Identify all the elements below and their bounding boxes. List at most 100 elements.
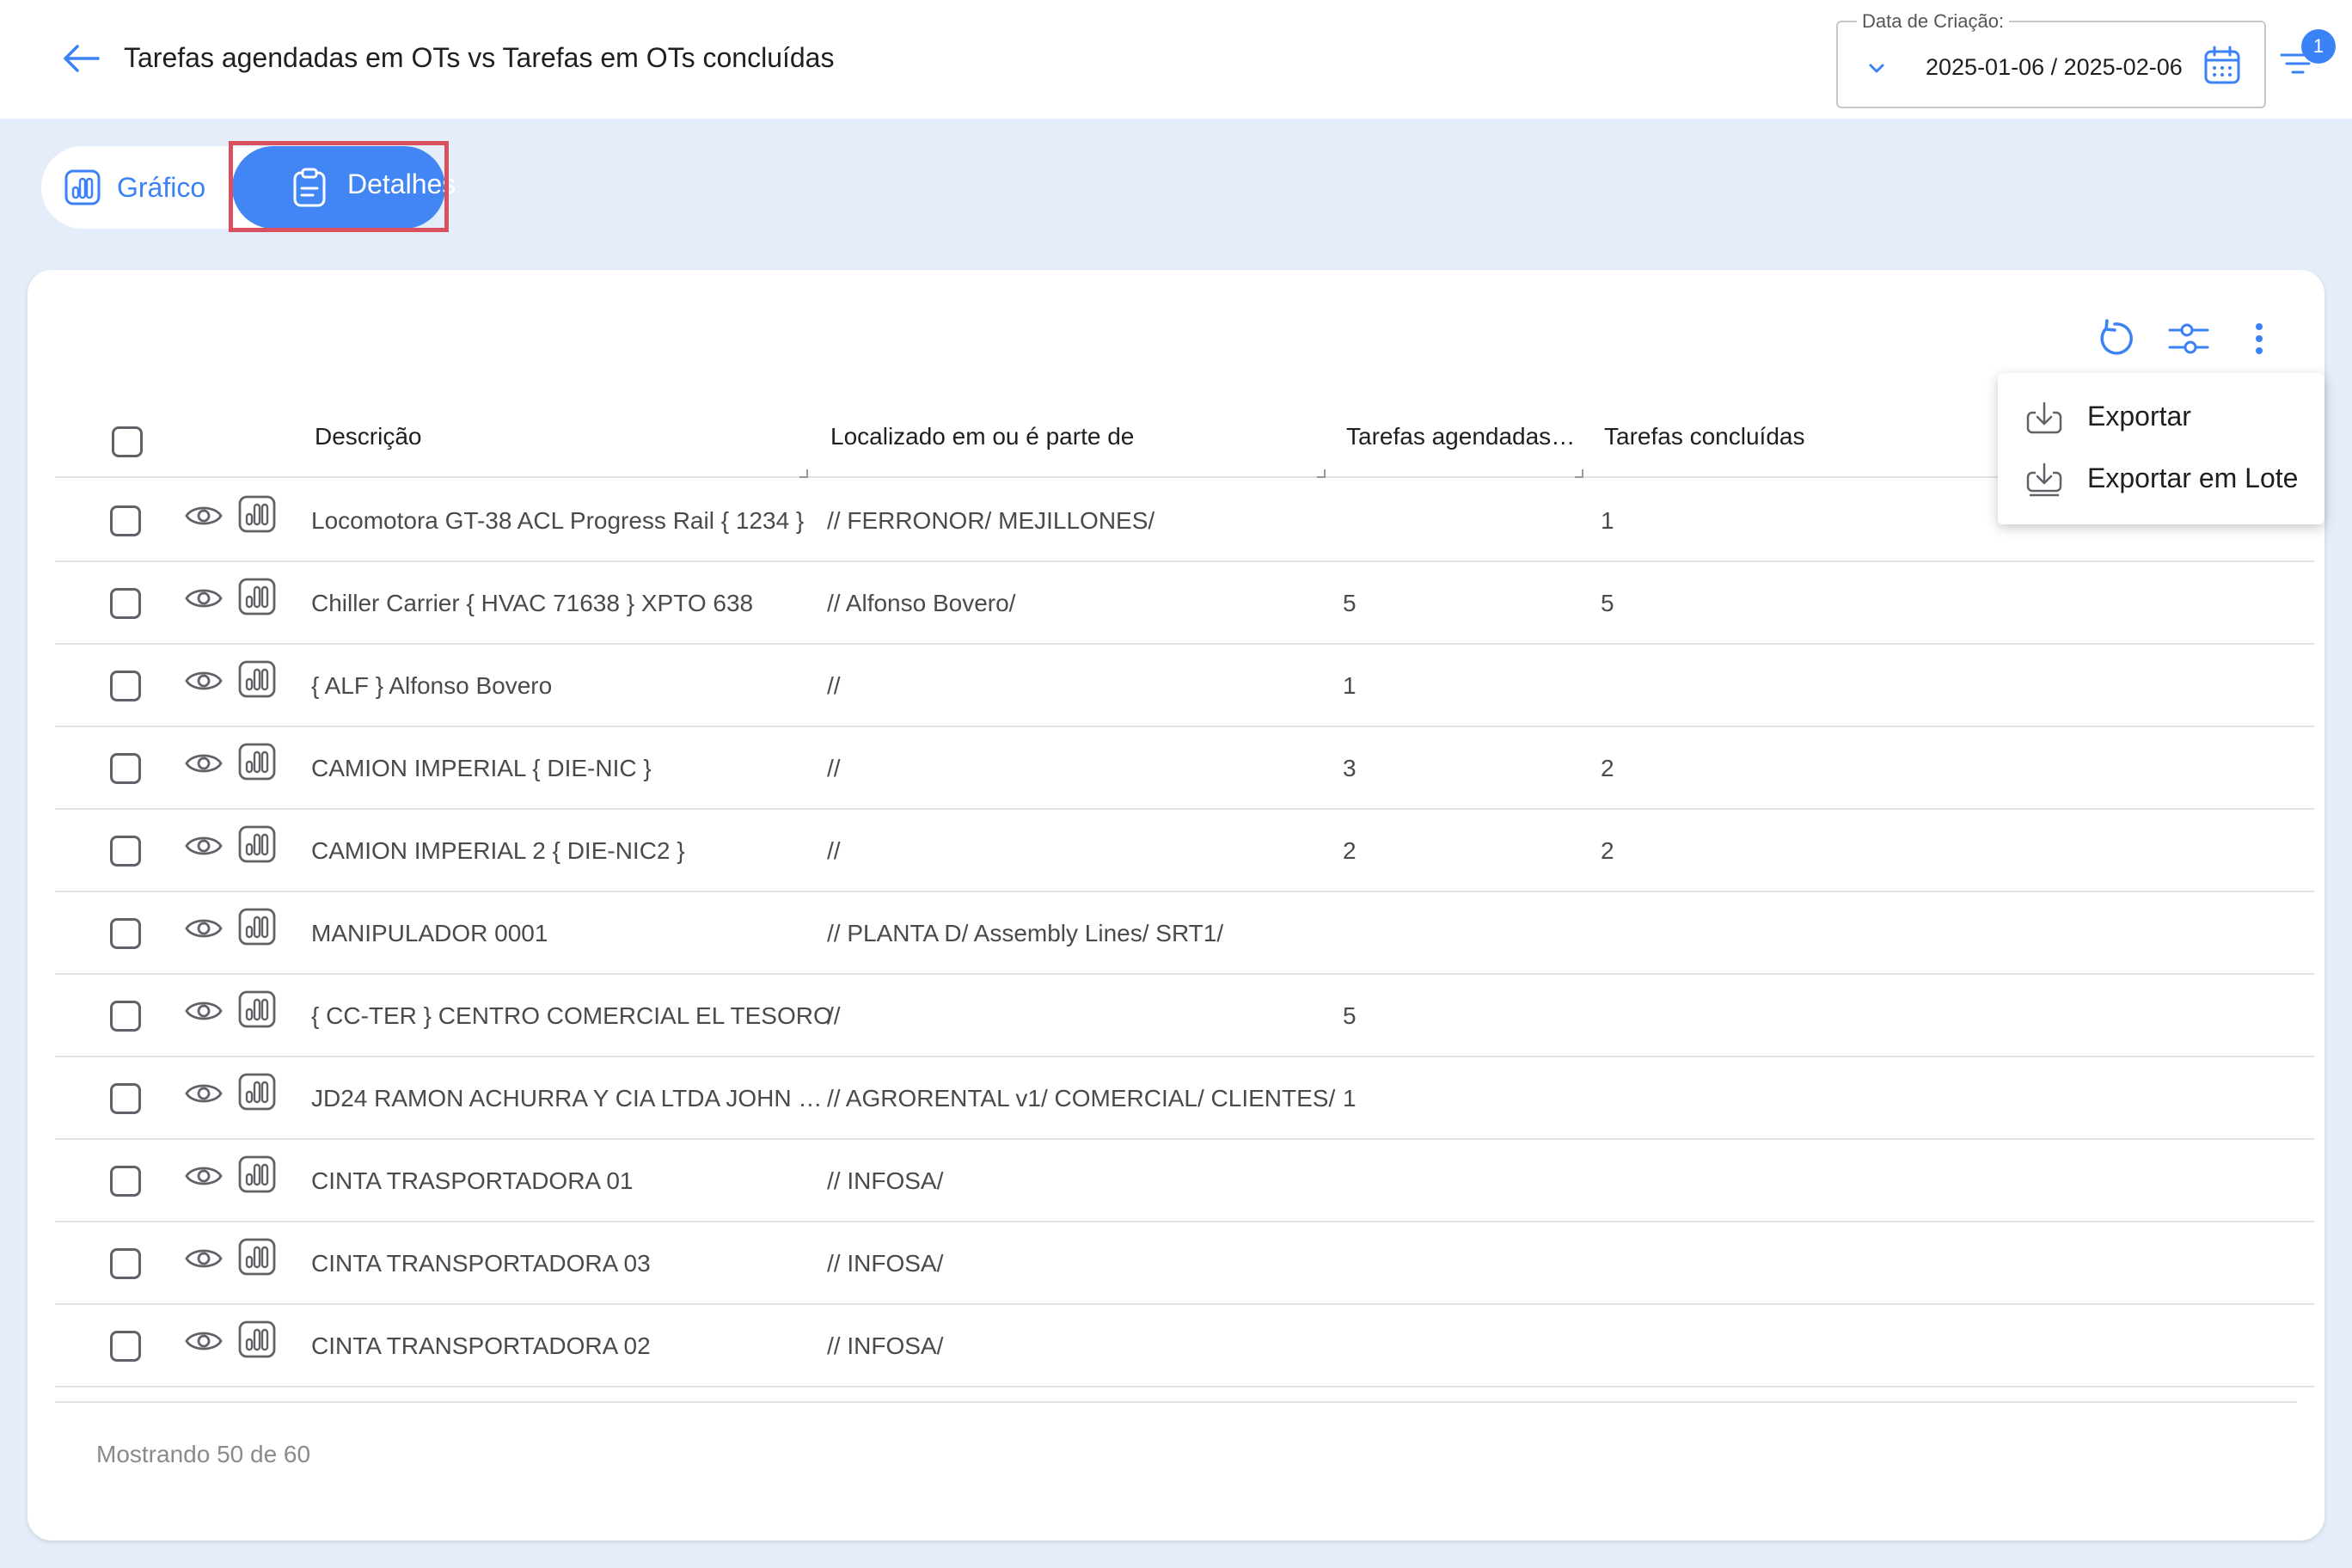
menu-item-exportar-em-lote[interactable]: Exportar em Lote (1998, 447, 2324, 509)
cell-localizado: // (827, 672, 841, 699)
pagination-status: Mostrando 50 de 60 (96, 1441, 311, 1467)
row-checkbox[interactable] (110, 836, 141, 867)
cell-descricao: JD24 RAMON ACHURRA Y CIA LTDA JOHN DEERE (311, 1085, 837, 1112)
bar-chart-icon[interactable] (237, 658, 277, 700)
cell-descricao: CINTA TRASPORTADORA 01 (311, 1167, 634, 1194)
cell-tarefas-agendadas: 1 (1343, 1085, 1357, 1112)
bar-chart-icon[interactable] (237, 1154, 277, 1195)
table-row[interactable]: { ALF } Alfonso Bovero // 1 (55, 645, 2314, 727)
column-resize-handle[interactable] (1575, 469, 1583, 478)
cell-localizado: // (827, 755, 841, 781)
eye-icon[interactable] (184, 1324, 224, 1358)
cell-localizado: // AGRORENTAL v1/ COMERCIAL/ CLIENTES/ (827, 1085, 1336, 1112)
eye-icon[interactable] (184, 581, 224, 616)
column-resize-handle[interactable] (799, 469, 808, 478)
table-row[interactable]: CINTA TRANSPORTADORA 02 // INFOSA/ (55, 1305, 2314, 1387)
top-bar: Tarefas agendadas em OTs vs Tarefas em O… (0, 0, 2352, 119)
cell-descricao: Locomotora GT-38 ACL Progress Rail { 123… (311, 507, 805, 534)
eye-icon[interactable] (184, 994, 224, 1028)
back-button[interactable] (57, 38, 105, 79)
table-row[interactable]: { CC-TER } CENTRO COMERCIAL EL TESORO// 5 (55, 975, 2314, 1057)
tab-grafico-label: Gráfico (117, 171, 206, 203)
table-row[interactable]: JD24 RAMON ACHURRA Y CIA LTDA JOHN DEERE… (55, 1057, 2314, 1140)
row-checkbox[interactable] (110, 1001, 141, 1032)
export-menu: Exportar Exportar em Lote (1998, 373, 2324, 524)
tab-detalhes-label: Detalhes (347, 168, 456, 199)
table-row[interactable]: CINTA TRANSPORTADORA 03 // INFOSA/ (55, 1222, 2314, 1305)
page-title: Tarefas agendadas em OTs vs Tarefas em O… (124, 42, 835, 73)
eye-icon[interactable] (184, 746, 224, 781)
cell-tarefas-concluidas: 2 (1601, 755, 1614, 781)
cell-tarefas-agendadas: 5 (1343, 1002, 1357, 1029)
tab-detalhes[interactable]: Detalhes (232, 146, 456, 229)
cell-localizado: // Alfonso Bovero/ (827, 590, 1016, 616)
column-header-tarefas-concluidas[interactable]: Tarefas concluídas (1604, 423, 1862, 450)
tab-grafico[interactable]: Gráfico (58, 146, 261, 229)
cell-descricao: CINTA TRANSPORTADORA 02 (311, 1332, 651, 1359)
row-checkbox[interactable] (110, 753, 141, 784)
arrow-left-icon (64, 45, 100, 72)
bar-chart-icon[interactable] (237, 1319, 277, 1360)
cell-localizado: // FERRONOR/ MEJILLONES/ (827, 507, 1155, 534)
bar-chart-icon[interactable] (237, 576, 277, 617)
select-all-checkbox[interactable] (112, 426, 143, 457)
column-settings-icon[interactable] (2166, 316, 2211, 361)
eye-icon[interactable] (184, 664, 224, 698)
eye-icon[interactable] (184, 1241, 224, 1276)
bar-chart-icon[interactable] (237, 493, 277, 535)
date-range-value: 2025-01-06 / 2025-02-06 (1926, 54, 2183, 80)
calendar-icon[interactable] (2202, 45, 2242, 86)
eye-icon[interactable] (184, 499, 224, 533)
cell-descricao: CAMION IMPERIAL { DIE-NIC } (311, 755, 652, 781)
cell-descricao: { CC-TER } CENTRO COMERCIAL EL TESORO (311, 1002, 832, 1029)
eye-icon[interactable] (184, 1159, 224, 1193)
row-checkbox[interactable] (110, 1166, 141, 1197)
details-card: Descrição Localizado em ou é parte de Ta… (28, 270, 2324, 1540)
cell-descricao: Chiller Carrier { HVAC 71638 } XPTO 638 (311, 590, 754, 616)
column-header-tarefas-agendadas[interactable]: Tarefas agendadas em OTs (1346, 423, 1578, 450)
bar-chart-icon[interactable] (237, 906, 277, 947)
cell-tarefas-agendadas: 2 (1343, 837, 1357, 864)
bar-chart-icon[interactable] (237, 1071, 277, 1112)
eye-icon[interactable] (184, 1076, 224, 1111)
batch-download-icon (2026, 462, 2062, 497)
more-vertical-icon[interactable] (2237, 316, 2282, 361)
cell-localizado: // INFOSA/ (827, 1332, 944, 1359)
table-row[interactable]: Locomotora GT-38 ACL Progress Rail { 123… (55, 480, 2314, 562)
column-header-localizado[interactable]: Localizado em ou é parte de (830, 423, 1329, 450)
column-resize-handle[interactable] (1317, 469, 1326, 478)
row-checkbox[interactable] (110, 588, 141, 619)
bar-chart-icon[interactable] (237, 989, 277, 1030)
cell-tarefas-agendadas: 1 (1343, 672, 1357, 699)
column-header-descricao[interactable]: Descrição (315, 423, 813, 450)
table-row[interactable]: MANIPULADOR 0001 // PLANTA D/ Assembly Li… (55, 892, 2314, 975)
row-checkbox[interactable] (110, 505, 141, 536)
row-checkbox[interactable] (110, 671, 141, 701)
bar-chart-icon (64, 169, 101, 205)
row-checkbox[interactable] (110, 918, 141, 949)
row-checkbox[interactable] (110, 1083, 141, 1114)
menu-item-exportar[interactable]: Exportar (1998, 385, 2324, 447)
chevron-down-icon[interactable] (1865, 57, 1888, 79)
row-checkbox[interactable] (110, 1248, 141, 1279)
eye-icon[interactable] (184, 829, 224, 863)
table-row[interactable]: CAMION IMPERIAL 2 { DIE-NIC2 } // 2 2 (55, 810, 2314, 892)
row-checkbox[interactable] (110, 1331, 141, 1362)
view-tabs: Gráfico Detalhes (41, 146, 456, 229)
cell-tarefas-agendadas: 3 (1343, 755, 1357, 781)
bar-chart-icon[interactable] (237, 824, 277, 865)
table-row[interactable]: Chiller Carrier { HVAC 71638 } XPTO 638 /… (55, 562, 2314, 645)
bar-chart-icon[interactable] (237, 741, 277, 782)
table-row[interactable]: CAMION IMPERIAL { DIE-NIC } // 3 2 (55, 727, 2314, 810)
eye-icon[interactable] (184, 911, 224, 946)
table-row[interactable]: CINTA TRASPORTADORA 01 // INFOSA/ (55, 1140, 2314, 1222)
cell-localizado: // INFOSA/ (827, 1250, 944, 1277)
bar-chart-icon[interactable] (237, 1236, 277, 1277)
refresh-icon[interactable] (2092, 316, 2137, 361)
date-range-field[interactable]: Data de Criação: 2025-01-06 / 2025-02-06 (1836, 10, 2266, 108)
footer-divider (55, 1401, 2297, 1403)
cell-tarefas-concluidas: 1 (1601, 507, 1614, 534)
download-icon (2026, 401, 2062, 434)
clipboard-icon (293, 168, 326, 207)
cell-tarefas-agendadas: 5 (1343, 590, 1357, 616)
